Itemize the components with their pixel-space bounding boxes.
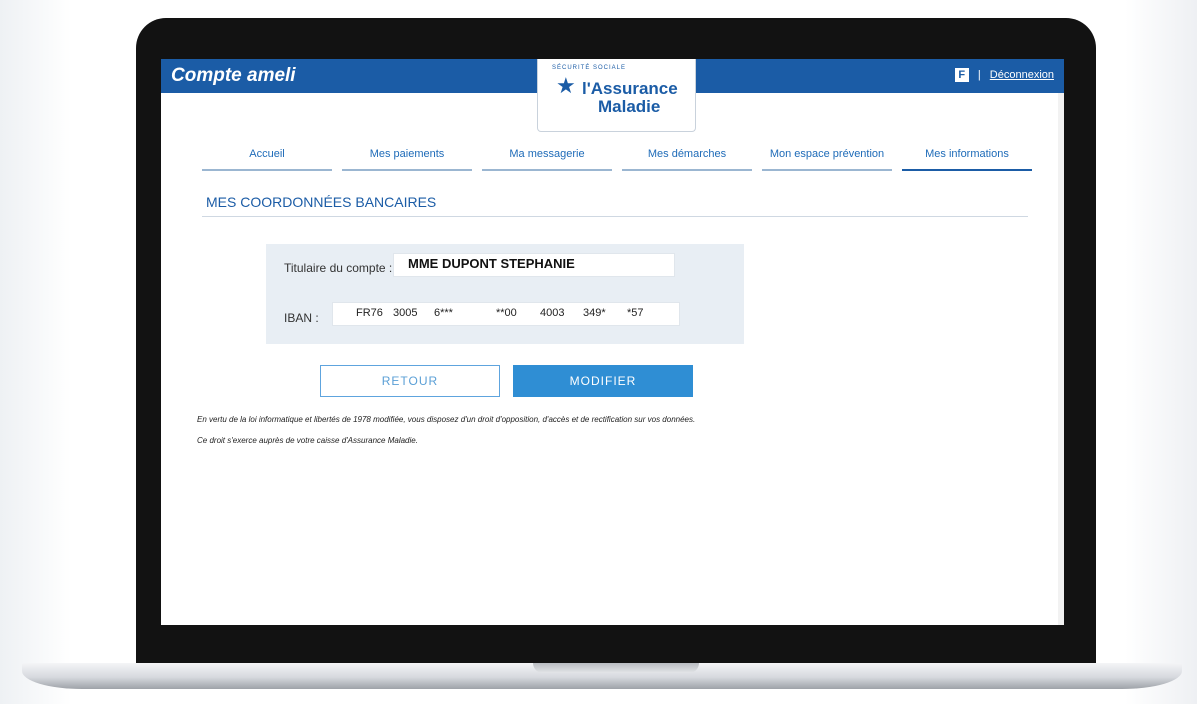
edit-button[interactable]: MODIFIER [513,365,693,397]
legal-notice-line-1: En vertu de la loi informatique et liber… [197,415,696,424]
tab-accueil[interactable]: Accueil [202,145,332,171]
section-divider [202,216,1028,217]
iban-part: **00 [496,307,517,319]
iban-part: *57 [627,307,644,319]
browser-screen: Compte ameli F | Déconnexion SÉCURITÉ SO… [161,59,1064,625]
main-nav: Accueil Mes paiements Ma messagerie Mes … [202,145,1034,171]
page-title: MES COORDONNÉES BANCAIRES [206,194,437,210]
iban-part: 349* [583,307,606,319]
holder-label: Titulaire du compte : [284,261,393,275]
iban-part: 4003 [540,307,565,319]
tab-mes-demarches[interactable]: Mes démarches [622,145,752,171]
iban-label: IBAN : [284,311,319,325]
holder-value: MME DUPONT STEPHANIE [408,256,575,271]
iban-part: 3005 [393,307,418,319]
logo-arc-text: SÉCURITÉ SOCIALE [552,65,627,71]
header-separator: | [977,69,981,81]
logo-line-2: Maladie [598,97,661,116]
logo-line-1: l'Assurance [582,79,678,98]
brand-title: Compte ameli [171,65,296,86]
iban-part: FR76 [356,307,383,319]
header-actions: F | Déconnexion [954,68,1054,82]
scrollbar[interactable] [1058,93,1064,625]
tab-mon-espace-prevention[interactable]: Mon espace prévention [762,145,892,171]
holder-field[interactable]: MME DUPONT STEPHANIE [393,253,675,277]
iban-field[interactable]: FR76 3005 6*** **00 4003 349* *57 [332,302,680,326]
bank-details-panel: Titulaire du compte : MME DUPONT STEPHAN… [266,244,744,344]
runner-logo-icon: ★ [556,73,576,98]
legal-notice-line-2: Ce droit s'exerce auprès de votre caisse… [197,436,418,445]
tab-ma-messagerie[interactable]: Ma messagerie [482,145,612,171]
back-button[interactable]: RETOUR [320,365,500,397]
tab-mes-informations[interactable]: Mes informations [902,145,1032,171]
logout-icon[interactable]: F [954,68,969,82]
assurance-maladie-logo[interactable]: SÉCURITÉ SOCIALE ★ l'Assurance Maladie [537,59,696,132]
tab-mes-paiements[interactable]: Mes paiements [342,145,472,171]
iban-part: 6*** [434,307,453,319]
logout-link[interactable]: Déconnexion [990,69,1054,81]
laptop-notch [533,663,699,673]
